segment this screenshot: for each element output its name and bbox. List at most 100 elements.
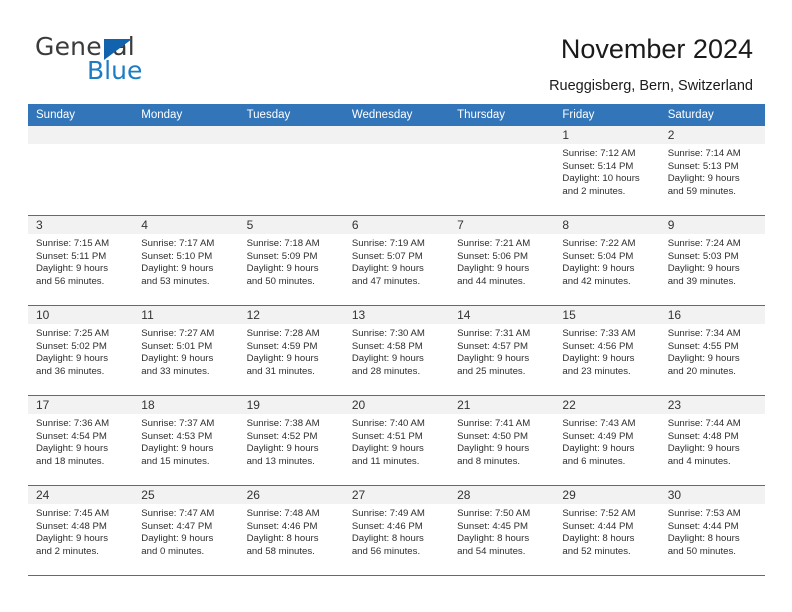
weekday-header-tuesday: Tuesday (238, 104, 344, 126)
calendar-day-cell[interactable]: 2 Sunrise: 7:14 AM Sunset: 5:13 PM Daylight… (659, 126, 765, 216)
day-daylight2-text: and 31 minutes. (246, 365, 315, 377)
day-daylight2-text: and 6 minutes. (562, 455, 626, 467)
day-sun-info: Sunrise: 7:45 AM Sunset: 4:48 PM Daylight:… (28, 504, 133, 558)
calendar-day-cell[interactable]: 8 Sunrise: 7:22 AM Sunset: 5:04 PM Daylight… (554, 215, 660, 306)
day-sunset-text: Sunset: 4:44 PM (562, 520, 634, 532)
day-daylight2-text: and 2 minutes. (36, 545, 99, 557)
day-daylight2-text: and 36 minutes. (36, 365, 105, 377)
calendar-day-cell[interactable]: 22 Sunrise: 7:43 AM Sunset: 4:49 PM Dayligh… (554, 395, 660, 486)
calendar-day-cell[interactable]: 27 Sunrise: 7:49 AM Sunset: 4:46 PM Dayligh… (343, 485, 450, 576)
day-sunrise-text: Sunrise: 7:15 AM (36, 238, 110, 249)
day-sunset-text: Sunset: 4:47 PM (141, 520, 213, 532)
calendar-day-cell[interactable]: 29 Sunrise: 7:52 AM Sunset: 4:44 PM Dayligh… (554, 485, 660, 576)
day-daylight1-text: Daylight: 9 hours (351, 353, 424, 365)
day-sun-info: Sunrise: 7:22 AM Sunset: 5:04 PM Daylight:… (554, 234, 659, 288)
calendar-day-cell[interactable]: 6 Sunrise: 7:19 AM Sunset: 5:07 PM Daylight… (343, 215, 450, 306)
day-daylight1-text: Daylight: 9 hours (562, 443, 635, 455)
day-daylight1-text: Daylight: 9 hours (667, 353, 740, 365)
day-sun-info: Sunrise: 7:28 AM Sunset: 4:59 PM Daylight:… (239, 324, 344, 378)
day-sun-info: Sunrise: 7:52 AM Sunset: 4:44 PM Daylight:… (554, 504, 659, 558)
day-sunrise-text: Sunrise: 7:43 AM (562, 418, 636, 429)
day-sunset-text: Sunset: 5:13 PM (667, 160, 739, 172)
weekday-header-monday: Monday (133, 104, 239, 126)
calendar-day-cell[interactable]: 25 Sunrise: 7:47 AM Sunset: 4:47 PM Dayligh… (133, 485, 239, 576)
day-sunrise-text: Sunrise: 7:22 AM (562, 238, 636, 249)
day-sun-info: Sunrise: 7:49 AM Sunset: 4:46 PM Daylight:… (344, 504, 449, 558)
calendar-day-cell[interactable]: 13 Sunrise: 7:30 AM Sunset: 4:58 PM Dayligh… (343, 305, 450, 396)
day-sun-info: Sunrise: 7:25 AM Sunset: 5:02 PM Daylight:… (28, 324, 133, 378)
calendar-day-cell[interactable]: 1 Sunrise: 7:12 AM Sunset: 5:14 PM Daylight… (554, 126, 660, 216)
calendar-day-cell-empty (133, 126, 239, 216)
calendar-day-cell[interactable]: 24 Sunrise: 7:45 AM Sunset: 4:48 PM Dayligh… (28, 485, 134, 576)
day-daylight1-text: Daylight: 9 hours (246, 353, 319, 365)
calendar-day-cell[interactable]: 17 Sunrise: 7:36 AM Sunset: 4:54 PM Dayligh… (28, 395, 134, 486)
day-sun-info: Sunrise: 7:33 AM Sunset: 4:56 PM Daylight:… (554, 324, 659, 378)
day-sunset-text: Sunset: 4:53 PM (141, 430, 213, 442)
day-sunrise-text: Sunrise: 7:17 AM (141, 238, 215, 249)
day-number (449, 126, 555, 144)
calendar-day-cell[interactable]: 19 Sunrise: 7:38 AM Sunset: 4:52 PM Dayligh… (238, 395, 344, 486)
day-sun-info: Sunrise: 7:47 AM Sunset: 4:47 PM Daylight:… (133, 504, 238, 558)
calendar-page: General Blue November 2024 Rueggisberg, … (0, 0, 792, 612)
day-daylight1-text: Daylight: 8 hours (457, 533, 530, 545)
day-daylight2-text: and 18 minutes. (36, 455, 105, 467)
day-daylight2-text: and 2 minutes. (562, 185, 626, 197)
calendar-day-cell[interactable]: 23 Sunrise: 7:44 AM Sunset: 4:48 PM Dayligh… (659, 395, 765, 486)
calendar-day-cell[interactable]: 15 Sunrise: 7:33 AM Sunset: 4:56 PM Dayligh… (554, 305, 660, 396)
day-number (28, 126, 134, 144)
day-sunrise-text: Sunrise: 7:28 AM (246, 328, 320, 339)
day-number: 6 (343, 216, 450, 234)
calendar-day-cell[interactable]: 18 Sunrise: 7:37 AM Sunset: 4:53 PM Dayligh… (133, 395, 239, 486)
day-sunrise-text: Sunrise: 7:30 AM (351, 328, 425, 339)
calendar-header-row: Sunday Monday Tuesday Wednesday Thursday… (28, 104, 765, 126)
day-number: 20 (343, 396, 450, 414)
calendar-day-cell[interactable]: 28 Sunrise: 7:50 AM Sunset: 4:45 PM Dayligh… (449, 485, 555, 576)
general-blue-logo[interactable]: General Blue (30, 34, 250, 86)
day-sunset-text: Sunset: 4:58 PM (351, 340, 423, 352)
calendar-day-cell[interactable]: 4 Sunrise: 7:17 AM Sunset: 5:10 PM Daylight… (133, 215, 239, 306)
page-subtitle-location: Rueggisberg, Bern, Switzerland (549, 78, 753, 94)
day-number: 29 (554, 486, 660, 504)
calendar-day-cell[interactable]: 16 Sunrise: 7:34 AM Sunset: 4:55 PM Dayligh… (659, 305, 765, 396)
calendar-day-cell[interactable]: 12 Sunrise: 7:28 AM Sunset: 4:59 PM Dayligh… (238, 305, 344, 396)
day-sunrise-text: Sunrise: 7:18 AM (246, 238, 320, 249)
calendar-day-cell[interactable]: 14 Sunrise: 7:31 AM Sunset: 4:57 PM Dayligh… (449, 305, 555, 396)
day-number: 18 (133, 396, 239, 414)
calendar-day-cell[interactable]: 10 Sunrise: 7:25 AM Sunset: 5:02 PM Dayligh… (28, 305, 134, 396)
day-sun-info: Sunrise: 7:21 AM Sunset: 5:06 PM Daylight:… (449, 234, 554, 288)
day-daylight1-text: Daylight: 9 hours (562, 263, 635, 275)
calendar-day-cell[interactable]: 20 Sunrise: 7:40 AM Sunset: 4:51 PM Dayligh… (343, 395, 450, 486)
day-sun-info: Sunrise: 7:41 AM Sunset: 4:50 PM Daylight:… (449, 414, 554, 468)
day-number: 28 (449, 486, 555, 504)
day-sunrise-text: Sunrise: 7:34 AM (667, 328, 741, 339)
day-number: 11 (133, 306, 239, 324)
calendar-day-cell[interactable]: 3 Sunrise: 7:15 AM Sunset: 5:11 PM Daylight… (28, 215, 134, 306)
day-sunrise-text: Sunrise: 7:52 AM (562, 508, 636, 519)
calendar-day-cell[interactable]: 11 Sunrise: 7:27 AM Sunset: 5:01 PM Dayligh… (133, 305, 239, 396)
day-number: 30 (659, 486, 765, 504)
day-daylight2-text: and 58 minutes. (246, 545, 315, 557)
day-number: 7 (449, 216, 555, 234)
day-daylight1-text: Daylight: 9 hours (457, 263, 530, 275)
day-daylight2-text: and 54 minutes. (457, 545, 526, 557)
day-daylight2-text: and 56 minutes. (36, 275, 105, 287)
calendar-day-cell[interactable]: 7 Sunrise: 7:21 AM Sunset: 5:06 PM Daylight… (449, 215, 555, 306)
day-sunset-text: Sunset: 5:10 PM (141, 250, 213, 262)
weekday-header-thursday: Thursday (449, 104, 555, 126)
day-number: 25 (133, 486, 239, 504)
calendar-day-cell[interactable]: 26 Sunrise: 7:48 AM Sunset: 4:46 PM Dayligh… (238, 485, 344, 576)
month-calendar-table: Sunday Monday Tuesday Wednesday Thursday… (28, 104, 765, 576)
calendar-day-cell[interactable]: 30 Sunrise: 7:53 AM Sunset: 4:44 PM Dayligh… (659, 485, 765, 576)
day-daylight1-text: Daylight: 9 hours (141, 263, 214, 275)
day-number: 5 (238, 216, 344, 234)
day-sunrise-text: Sunrise: 7:40 AM (351, 418, 425, 429)
day-number (133, 126, 239, 144)
day-sunset-text: Sunset: 4:52 PM (246, 430, 318, 442)
calendar-day-cell[interactable]: 21 Sunrise: 7:41 AM Sunset: 4:50 PM Dayligh… (449, 395, 555, 486)
calendar-day-cell[interactable]: 9 Sunrise: 7:24 AM Sunset: 5:03 PM Daylight… (659, 215, 765, 306)
day-number: 24 (28, 486, 134, 504)
calendar-body: 1 Sunrise: 7:12 AM Sunset: 5:14 PM Daylight… (28, 126, 765, 576)
day-sun-info: Sunrise: 7:31 AM Sunset: 4:57 PM Daylight:… (449, 324, 554, 378)
calendar-day-cell[interactable]: 5 Sunrise: 7:18 AM Sunset: 5:09 PM Daylight… (238, 215, 344, 306)
calendar-week-row: 3 Sunrise: 7:15 AM Sunset: 5:11 PM Daylight… (28, 215, 765, 306)
